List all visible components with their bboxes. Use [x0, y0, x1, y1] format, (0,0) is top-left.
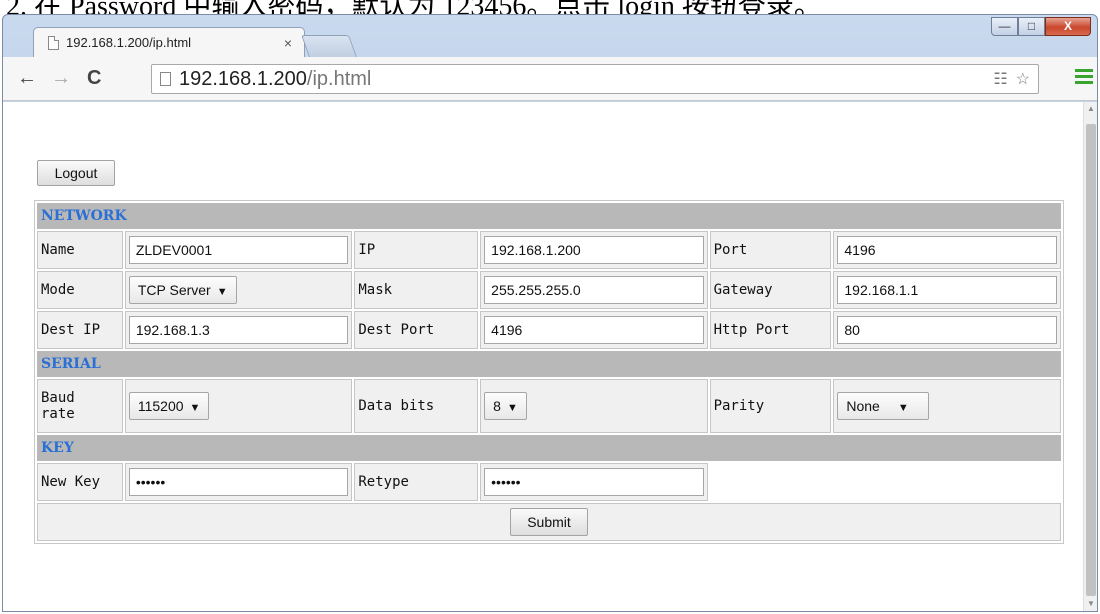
network-section-heading: NETWORK	[37, 203, 1061, 229]
parity-select[interactable]: None ▼	[837, 392, 930, 420]
baud-label-line1: Baud	[41, 390, 75, 406]
submit-row: Submit	[37, 503, 1061, 541]
submit-button[interactable]: Submit	[510, 508, 588, 536]
maximize-button[interactable]: □	[1018, 17, 1045, 36]
retype-label: Retype	[354, 463, 479, 501]
new-key-input[interactable]	[128, 468, 349, 496]
baud-rate-select[interactable]: 115200 ▼	[128, 392, 210, 420]
mode-label: Mode	[37, 271, 123, 309]
dest-port-input[interactable]	[484, 316, 704, 344]
ip-label: IP	[354, 231, 479, 269]
baud-rate-value: 115200	[137, 398, 184, 414]
tab-close-icon[interactable]: ×	[284, 35, 292, 51]
scroll-down-icon[interactable]: ▼	[1084, 597, 1098, 611]
translate-icon[interactable]: ☷	[993, 69, 1007, 89]
dest-port-label: Dest Port	[354, 311, 479, 349]
menu-icon[interactable]	[1075, 69, 1093, 87]
window-controls: — □ X	[991, 17, 1091, 36]
dropdown-arrow-icon: ▼	[506, 402, 518, 414]
mode-select[interactable]: TCP Server ▼	[128, 276, 237, 304]
retype-key-input[interactable]	[484, 468, 704, 496]
document-text-strip: 2. 在 Password 中输入密码，默认为 123456。点击 login …	[0, 0, 1100, 14]
gateway-label: Gateway	[709, 271, 832, 309]
back-arrow-icon[interactable]: ←	[17, 67, 37, 90]
gateway-input[interactable]	[837, 276, 1057, 304]
reload-icon[interactable]: C	[87, 67, 101, 90]
dropdown-arrow-icon: ▼	[216, 286, 228, 298]
new-tab-button[interactable]	[300, 35, 358, 57]
ip-input[interactable]	[484, 236, 704, 264]
document-text: 2. 在 Password 中输入密码，默认为 123456。点击 login …	[6, 0, 822, 14]
bookmark-star-icon[interactable]: ☆	[1016, 69, 1030, 89]
port-input[interactable]	[837, 236, 1057, 264]
minimize-button[interactable]: —	[991, 17, 1018, 36]
address-bar[interactable]: 192.168.1.200/ip.html ☷ ☆	[151, 64, 1039, 94]
name-label: Name	[37, 231, 123, 269]
mask-label: Mask	[354, 271, 479, 309]
dest-ip-label: Dest IP	[37, 311, 123, 349]
config-table: NETWORK Name IP Port Mode TCP Server ▼ Ma…	[34, 200, 1064, 544]
name-input[interactable]	[128, 236, 349, 264]
parity-label: Parity	[709, 379, 832, 433]
dropdown-arrow-icon: ▼	[897, 402, 909, 414]
http-port-input[interactable]	[837, 316, 1057, 344]
forward-arrow-icon[interactable]: →	[51, 67, 71, 90]
baud-rate-label: Baud rate	[37, 379, 123, 433]
serial-section-heading: SERIAL	[37, 351, 1061, 377]
data-bits-label: Data bits	[354, 379, 479, 433]
data-bits-select[interactable]: 8 ▼	[484, 392, 527, 420]
new-key-label: New Key	[37, 463, 123, 501]
browser-toolbar: ← → C 192.168.1.200/ip.html ☷ ☆	[3, 57, 1097, 101]
tab-title: 192.168.1.200/ip.html	[66, 35, 192, 50]
http-port-label: Http Port	[709, 311, 832, 349]
mode-value: TCP Server	[137, 282, 211, 298]
logout-button[interactable]: Logout	[37, 160, 115, 186]
data-bits-value: 8	[493, 398, 501, 414]
baud-label-line2: rate	[41, 406, 75, 422]
parity-value: None	[846, 398, 880, 414]
close-window-button[interactable]: X	[1045, 17, 1091, 36]
url-path: /ip.html	[306, 67, 372, 90]
page-icon	[160, 72, 171, 86]
url-host: 192.168.1.200	[179, 67, 307, 90]
page-icon	[48, 35, 59, 50]
mask-input[interactable]	[484, 276, 704, 304]
vertical-scrollbar[interactable]: ▲ ▼	[1083, 102, 1097, 611]
key-section-heading: KEY	[37, 435, 1061, 461]
scroll-up-icon[interactable]: ▲	[1084, 102, 1098, 116]
dest-ip-input[interactable]	[128, 316, 349, 344]
dropdown-arrow-icon: ▼	[189, 402, 201, 414]
port-label: Port	[709, 231, 832, 269]
scroll-thumb[interactable]	[1086, 124, 1096, 596]
empty-cell	[709, 463, 1061, 501]
browser-tab[interactable]: 192.168.1.200/ip.html ×	[33, 27, 305, 57]
